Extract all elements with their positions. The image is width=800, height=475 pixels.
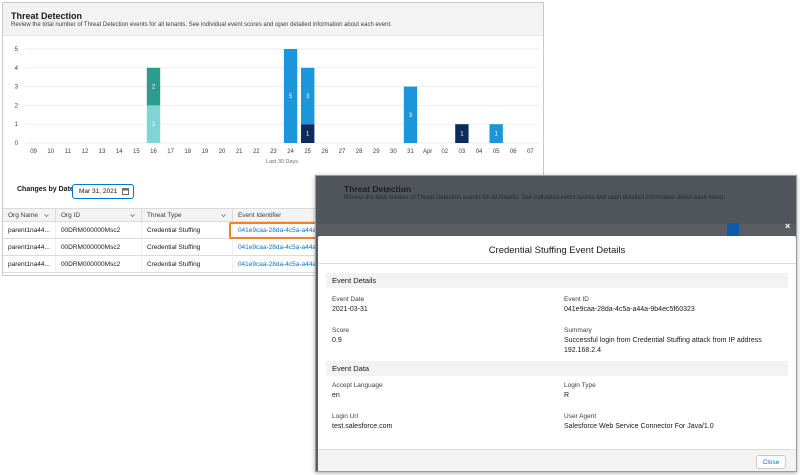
x-tick-label: 30 (390, 149, 397, 155)
event-id-value: 041e9caa-28da-4c5a-a44a-9b4ec5f60323 (564, 306, 695, 313)
x-tick-label: 27 (339, 149, 346, 155)
changes-by-date-label: Changes by Date (17, 186, 74, 193)
x-tick-label: 29 (373, 149, 380, 155)
x-tick-label: 22 (253, 149, 260, 155)
event-details-modal: Credential Stuffing Event Details Event … (318, 236, 796, 471)
close-icon[interactable]: × (785, 221, 790, 231)
threat-type-cell: Credential Stuffing (141, 238, 233, 256)
y-tick-label: 3 (15, 85, 19, 91)
x-tick-label: 26 (321, 149, 328, 155)
event-details-window: Threat Detection Review the total number… (315, 175, 797, 472)
user-agent-value: Salesforce Web Service Connector For Jav… (564, 423, 714, 430)
event-date-value: 2021-03-31 (332, 306, 368, 313)
summary-value: Successful login from Credential Stuffin… (564, 337, 762, 354)
section-event-data: Event Data (326, 361, 788, 376)
org-name-cell: parent1na44... (3, 255, 56, 273)
calendar-icon[interactable] (122, 187, 129, 195)
y-tick-label: 2 (15, 103, 19, 109)
panel-description: Review the total number of Threat Detect… (11, 22, 392, 28)
threat-type-cell: Credential Stuffing (141, 221, 233, 239)
y-tick-label: 4 (15, 66, 19, 72)
column-header-threat-type[interactable]: Threat Type (141, 208, 233, 222)
x-tick-label: 24 (287, 149, 294, 155)
panel-header: Threat Detection Review the total number… (3, 3, 543, 36)
x-tick-label: 21 (236, 149, 243, 155)
org-id-cell: 00DRM000000Msc2 (55, 238, 142, 256)
x-tick-label: 07 (527, 149, 534, 155)
date-input[interactable]: Mar 31, 2021 (72, 184, 134, 199)
x-tick-label: 03 (459, 149, 466, 155)
threat-events-chart: 0 1 2 3 4 5 09 10 11 12 13 14 15 16 17 18 19 20 21 22 23 24 25… (3, 39, 543, 167)
x-tick-label: 04 (476, 149, 483, 155)
score-value: 0.9 (332, 337, 342, 344)
x-tick-label: 13 (99, 149, 106, 155)
chevron-down-icon[interactable] (44, 213, 49, 218)
dimmed-panel-title: Threat Detection (344, 184, 412, 194)
login-url-label: Login Url (332, 413, 359, 420)
dimmed-panel-header: Threat Detection Review the total number… (316, 176, 796, 224)
summary-label: Summary (564, 327, 592, 334)
accept-language-label: Accept Language (332, 382, 383, 389)
org-id-cell: 00DRM000000Msc2 (55, 255, 142, 273)
org-name-cell: parent1na44... (3, 238, 56, 256)
x-tick-label: 18 (184, 149, 191, 155)
dimmed-chart-bar (727, 223, 739, 237)
x-axis-label: Last 30 Days (266, 159, 298, 165)
y-tick-label: 0 (15, 141, 19, 147)
org-id-cell: 00DRM000000Msc2 (55, 221, 142, 239)
x-tick-label: 12 (82, 149, 89, 155)
login-url-value: test.salesforce.com (332, 423, 393, 430)
section-event-details: Event Details (326, 273, 788, 288)
chart-svg: 01234509 10 11 12 13 14 15 16 17 18 19 20 21 22 23 24 25… (15, 47, 539, 165)
accept-language-value: en (332, 392, 340, 399)
y-tick-label: 1 (15, 122, 19, 128)
chevron-down-icon[interactable] (130, 213, 135, 218)
threat-type-cell: Credential Stuffing (141, 255, 233, 273)
x-tick-label: Apr (423, 149, 432, 155)
dimmed-panel-description: Review the total number of Threat Detect… (344, 195, 725, 201)
login-type-value: R (564, 392, 570, 399)
x-tick-label: 28 (356, 149, 363, 155)
y-tick-label: 5 (15, 47, 19, 53)
x-tick-label: 31 (407, 149, 414, 155)
x-tick-label: 16 (150, 149, 157, 155)
column-header-org-id[interactable]: Org ID (55, 208, 142, 222)
org-name-cell: parent1na44... (3, 221, 56, 239)
chevron-down-icon[interactable] (221, 213, 226, 218)
x-tick-label: 14 (116, 149, 123, 155)
modal-footer: Close (318, 449, 796, 471)
screenshot-stage: Threat Detection Review the total number… (0, 0, 800, 475)
panel-title: Threat Detection (11, 11, 83, 21)
event-date-label: Event Date (332, 296, 365, 303)
x-tick-label: 19 (202, 149, 209, 155)
close-button[interactable]: Close (756, 455, 786, 469)
x-tick-label: 15 (133, 149, 140, 155)
score-label: Score (332, 327, 349, 334)
x-tick-label: 23 (270, 149, 277, 155)
x-tick-label: 06 (510, 149, 517, 155)
x-tick-label: 25 (304, 149, 311, 155)
modal-title: Credential Stuffing Event Details (318, 236, 796, 264)
x-tick-label: 05 (493, 149, 500, 155)
x-tick-label: 09 (30, 149, 37, 155)
login-type-label: Login Type (564, 382, 596, 389)
column-header-org-name[interactable]: Org Name (3, 208, 56, 222)
date-value: Mar 31, 2021 (79, 188, 118, 195)
event-id-label: Event ID (564, 296, 589, 303)
user-agent-label: User Agent (564, 413, 597, 420)
x-tick-label: 10 (47, 149, 54, 155)
x-tick-label: 11 (65, 149, 72, 155)
x-tick-label: 20 (219, 149, 226, 155)
x-tick-label: 02 (441, 149, 448, 155)
x-tick-label: 17 (167, 149, 174, 155)
selected-event-highlight (229, 222, 319, 239)
